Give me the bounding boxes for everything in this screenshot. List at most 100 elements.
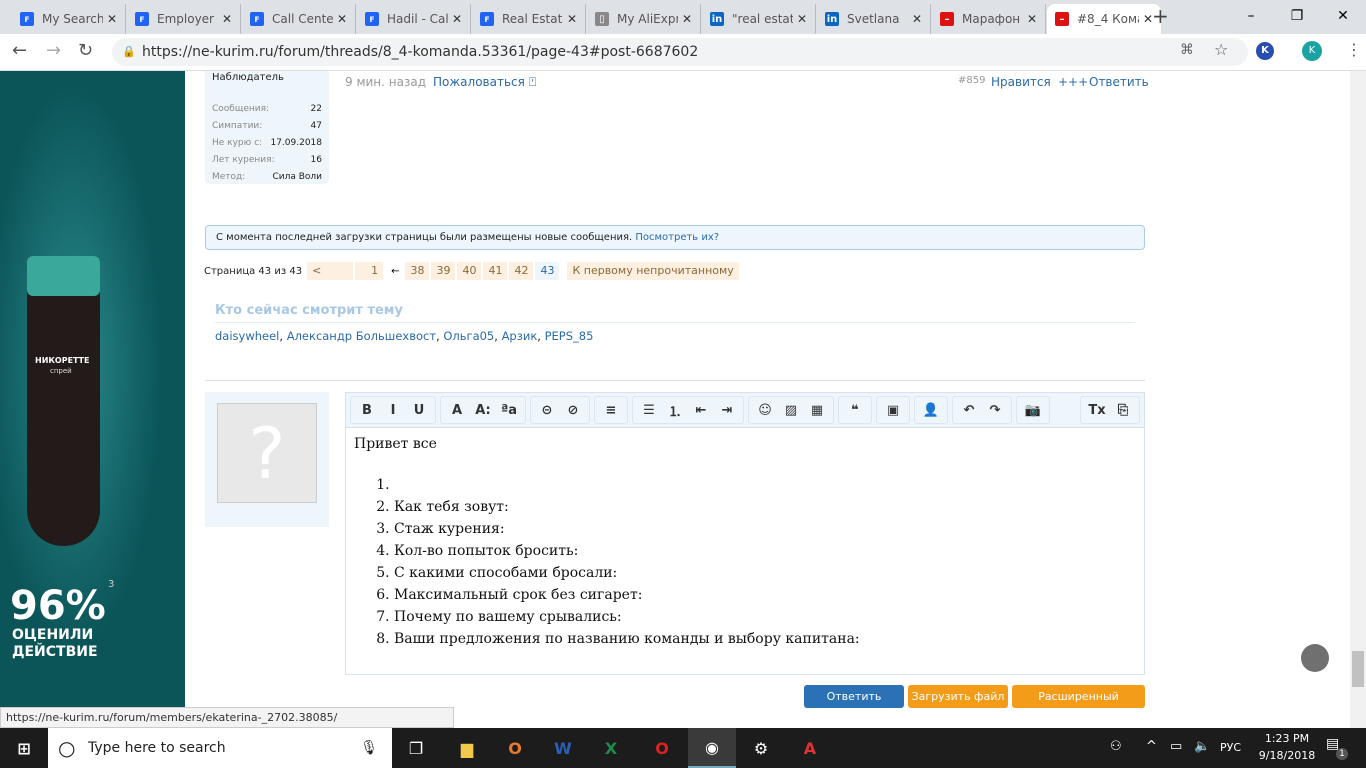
translate-icon[interactable]: ⌘: [1180, 42, 1194, 58]
page-link[interactable]: 38: [405, 262, 430, 280]
underline-icon[interactable]: U: [406, 403, 432, 418]
bold-icon[interactable]: B: [354, 403, 380, 418]
tab-close-icon[interactable]: ✕: [567, 12, 577, 26]
remove-format-icon[interactable]: Tx: [1084, 403, 1110, 418]
browser-tab[interactable]: in "real estate ✕: [702, 4, 816, 34]
clock-date[interactable]: 9/18/2018: [1254, 749, 1320, 762]
maximize-button[interactable]: ❐: [1274, 0, 1320, 34]
browser-tab[interactable]: ꜰ Employer ✕: [127, 4, 241, 34]
page-1[interactable]: 1: [355, 262, 384, 280]
menu-icon[interactable]: ⋮: [1346, 40, 1362, 59]
link-icon[interactable]: ⊝: [534, 403, 560, 418]
close-window-button[interactable]: ✕: [1320, 0, 1366, 34]
new-tab-button[interactable]: +: [1152, 4, 1169, 28]
message-editor[interactable]: Привет все Как тебя зовут:Стаж курения:К…: [345, 428, 1145, 675]
bookmark-icon[interactable]: ⍞: [529, 75, 536, 90]
camera-icon[interactable]: 📷: [1020, 403, 1046, 418]
task-view-icon[interactable]: ❐: [392, 728, 440, 768]
like-link[interactable]: Нравится: [991, 75, 1051, 89]
tab-close-icon[interactable]: ✕: [452, 12, 462, 26]
page-link[interactable]: 42: [509, 262, 534, 280]
quote-icon[interactable]: ❝: [842, 403, 868, 418]
viewer-link[interactable]: daisywheel: [215, 329, 279, 343]
tab-close-icon[interactable]: ✕: [107, 12, 117, 26]
minimize-button[interactable]: –: [1228, 0, 1274, 34]
italic-icon[interactable]: I: [380, 403, 406, 418]
browser-tab[interactable]: – Марафон ✕: [932, 4, 1046, 34]
numbered-list-icon[interactable]: ⒈: [662, 401, 688, 420]
source-mode-icon[interactable]: ⎘: [1110, 403, 1136, 418]
bookmark-star-icon[interactable]: ☆: [1214, 40, 1228, 59]
media-icon[interactable]: ▦: [804, 403, 830, 418]
post-number[interactable]: #859: [958, 75, 985, 86]
viewer-link[interactable]: Александр Большехвост: [287, 329, 436, 343]
unlink-icon[interactable]: ⊘: [560, 403, 586, 418]
page-link[interactable]: 41: [483, 262, 508, 280]
reply-link[interactable]: Ответить: [1089, 75, 1149, 89]
url-input[interactable]: 🔒 https://ne-kurim.ru/forum/threads/8_4-k…: [112, 38, 1248, 66]
scroll-to-top-button[interactable]: [1301, 644, 1329, 672]
windows-start-icon[interactable]: ⊞: [0, 728, 48, 768]
file-explorer-icon[interactable]: ▆: [443, 728, 491, 768]
scrollbar[interactable]: [1350, 71, 1366, 728]
back-button[interactable]: ←: [12, 40, 27, 61]
browser-tab[interactable]: ꜰ My Search ✕: [12, 4, 126, 34]
volume-icon[interactable]: 🔈: [1194, 739, 1210, 754]
avatar[interactable]: ?: [217, 403, 317, 503]
font-size-icon[interactable]: A:: [470, 403, 496, 418]
nicorette-ad-banner[interactable]: НИКОРЕТТЕ спрей 96% 3 ОЦЕНИЛИ ДЕЙСТВИЕ: [0, 71, 185, 728]
undo-icon[interactable]: ↶: [956, 403, 982, 418]
settings-icon[interactable]: ⚙: [737, 728, 785, 768]
user-icon[interactable]: 👤: [918, 403, 944, 418]
page-jump[interactable]: ←: [391, 266, 399, 277]
page-link[interactable]: 40: [457, 262, 482, 280]
browser-tab[interactable]: ꜰ Call Center ✕: [242, 4, 356, 34]
language-indicator[interactable]: РУС: [1220, 741, 1241, 754]
browser-tab[interactable]: in Svetlana ✕: [817, 4, 931, 34]
opera-icon[interactable]: O: [638, 728, 686, 768]
word-icon[interactable]: W: [539, 728, 587, 768]
extension-icon[interactable]: K: [1256, 42, 1274, 60]
prev-page[interactable]: <: [307, 262, 354, 280]
tab-close-icon[interactable]: ✕: [337, 12, 347, 26]
tab-close-icon[interactable]: ✕: [912, 12, 922, 26]
tab-close-icon[interactable]: ✕: [682, 12, 692, 26]
smiley-icon[interactable]: ☺: [752, 403, 778, 418]
browser-tab[interactable]: ꜰ Hadil - Call ✕: [357, 4, 471, 34]
tray-chevron-icon[interactable]: ^: [1146, 739, 1157, 754]
battery-icon[interactable]: ▭: [1170, 739, 1182, 754]
tab-close-icon[interactable]: ✕: [797, 12, 807, 26]
browser-tab[interactable]: ▯ My AliExpress ✕: [587, 4, 701, 34]
viewer-link[interactable]: Арзик: [502, 329, 538, 343]
chrome-icon[interactable]: ◉: [688, 728, 736, 768]
font-color-icon[interactable]: A: [444, 403, 470, 418]
save-draft-icon[interactable]: ▣: [880, 403, 906, 418]
reply-button[interactable]: Ответить: [804, 685, 904, 708]
browser-tab[interactable]: ꜰ Real Estate ✕: [472, 4, 586, 34]
advanced-mode-button[interactable]: Расширенный режим...: [1012, 685, 1145, 726]
microphone-icon[interactable]: 🎙: [360, 728, 378, 768]
plus-link[interactable]: +++: [1058, 75, 1088, 89]
taskbar-search[interactable]: ○ Type here to search 🎙: [48, 728, 392, 768]
align-icon[interactable]: ≡: [598, 403, 624, 418]
page-link[interactable]: 43: [535, 262, 560, 280]
tab-close-icon[interactable]: ✕: [1027, 12, 1037, 26]
first-unread-link[interactable]: К первому непрочитанному: [567, 262, 739, 280]
redo-icon[interactable]: ↷: [982, 403, 1008, 418]
view-new-link[interactable]: Посмотреть их?: [635, 232, 719, 243]
page-link[interactable]: 39: [431, 262, 456, 280]
excel-icon[interactable]: X: [587, 728, 635, 768]
profile-avatar[interactable]: K: [1302, 41, 1322, 61]
reload-button[interactable]: ↻: [78, 40, 93, 61]
outdent-icon[interactable]: ⇤: [688, 403, 714, 418]
font-family-icon[interactable]: ªa: [496, 403, 522, 418]
people-icon[interactable]: ⚇: [1110, 739, 1122, 754]
viewer-link[interactable]: PEPS_85: [545, 329, 594, 343]
clock-time[interactable]: 1:23 PM: [1260, 732, 1314, 745]
forward-button[interactable]: →: [46, 40, 61, 61]
tab-close-icon[interactable]: ✕: [222, 12, 232, 26]
indent-icon[interactable]: ⇥: [714, 403, 740, 418]
browser-tab[interactable]: –#8_4 Команда✕: [1047, 4, 1161, 34]
report-link[interactable]: Пожаловаться: [433, 75, 525, 89]
outlook-icon[interactable]: O: [491, 728, 539, 768]
